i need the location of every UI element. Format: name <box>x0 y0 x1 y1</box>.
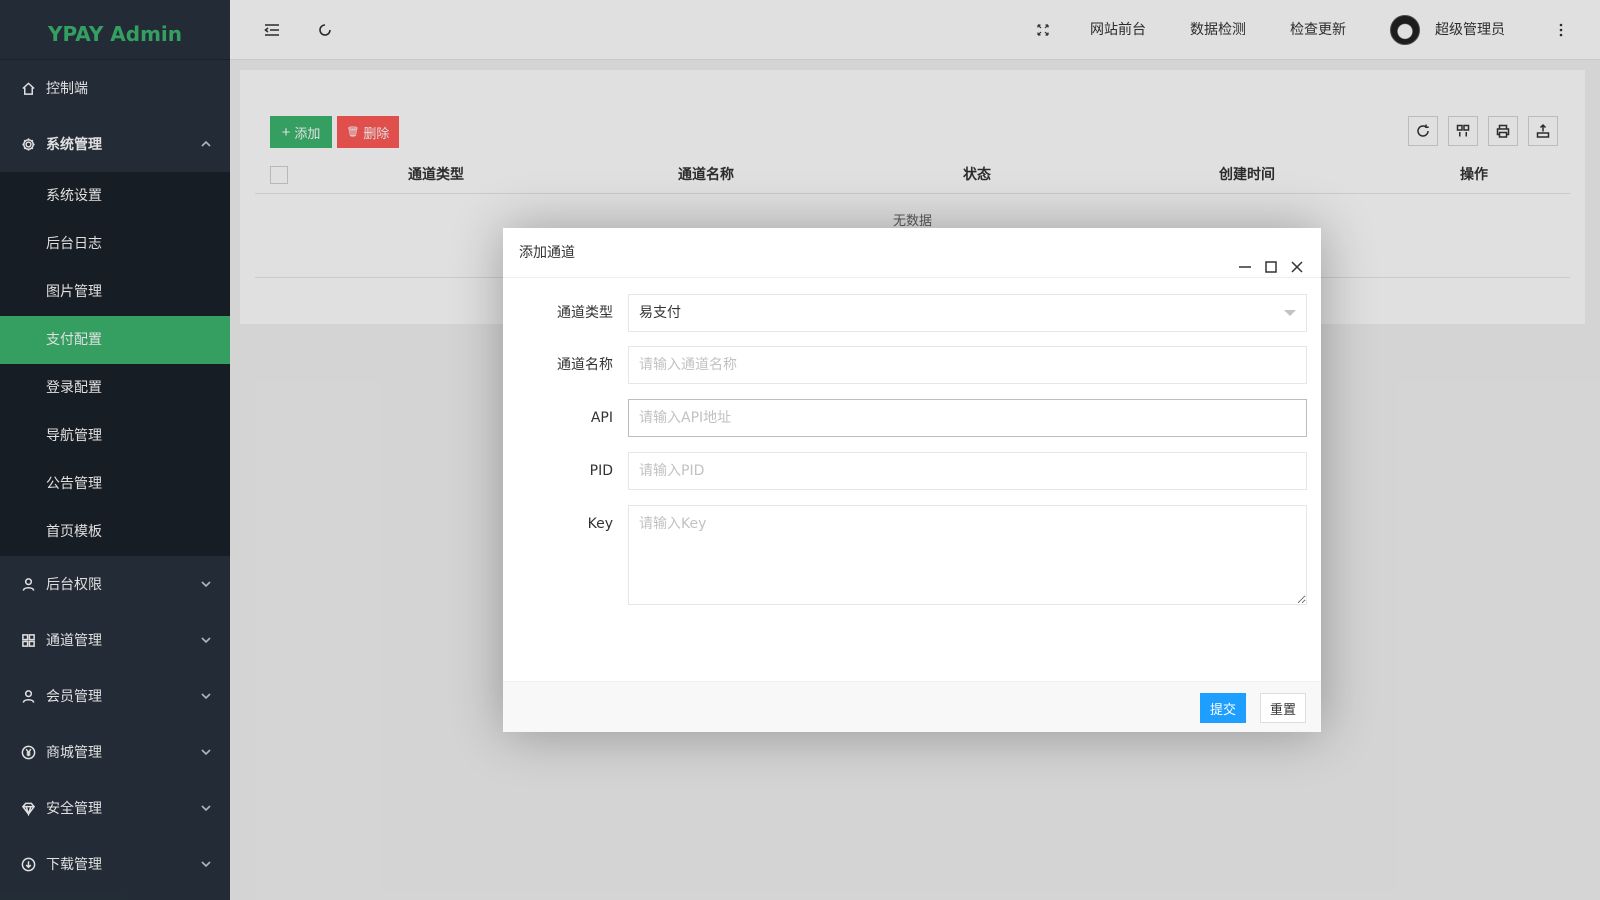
key-label: Key <box>587 516 613 532</box>
api-input[interactable] <box>628 399 1307 437</box>
name-label: 通道名称 <box>557 357 613 373</box>
submit-button[interactable]: 提交 <box>1200 693 1246 723</box>
dialog-footer: 提交 重置 <box>503 681 1321 732</box>
reset-button[interactable]: 重置 <box>1260 693 1306 723</box>
pid-label: PID <box>589 463 613 479</box>
maximize-icon[interactable] <box>1264 245 1278 273</box>
dialog-title: 添加通道 <box>519 245 575 261</box>
channel-type-select[interactable]: 易支付 <box>628 294 1307 332</box>
type-label: 通道类型 <box>557 305 613 321</box>
api-label: API <box>590 410 613 426</box>
dialog-title-bar: 添加通道 <box>503 228 1321 278</box>
pid-input[interactable] <box>628 452 1307 490</box>
channel-type-value: 易支付 <box>639 305 681 321</box>
key-textarea[interactable] <box>628 505 1307 605</box>
channel-name-input[interactable] <box>628 346 1307 384</box>
close-icon[interactable] <box>1290 245 1304 273</box>
add-channel-dialog: 添加通道 通道类型 易支付 通道名称 API PID Key 提交 重置 <box>503 228 1321 732</box>
caret-down-icon <box>1284 310 1296 316</box>
minimize-icon[interactable] <box>1238 245 1252 268</box>
